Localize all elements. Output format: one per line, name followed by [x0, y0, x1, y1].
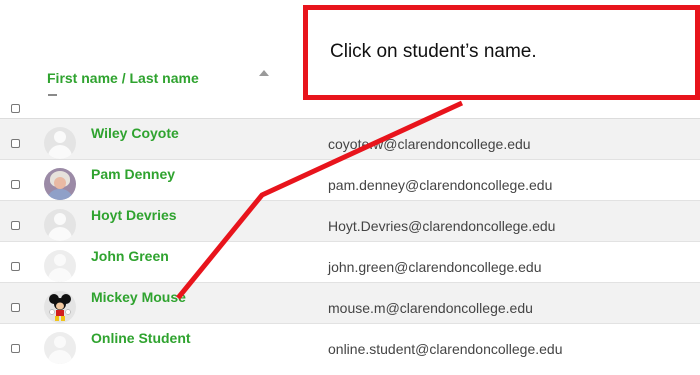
callout-text: Click on student’s name.: [330, 41, 537, 62]
instruction-callout-box: Click on student’s name.: [303, 5, 700, 100]
